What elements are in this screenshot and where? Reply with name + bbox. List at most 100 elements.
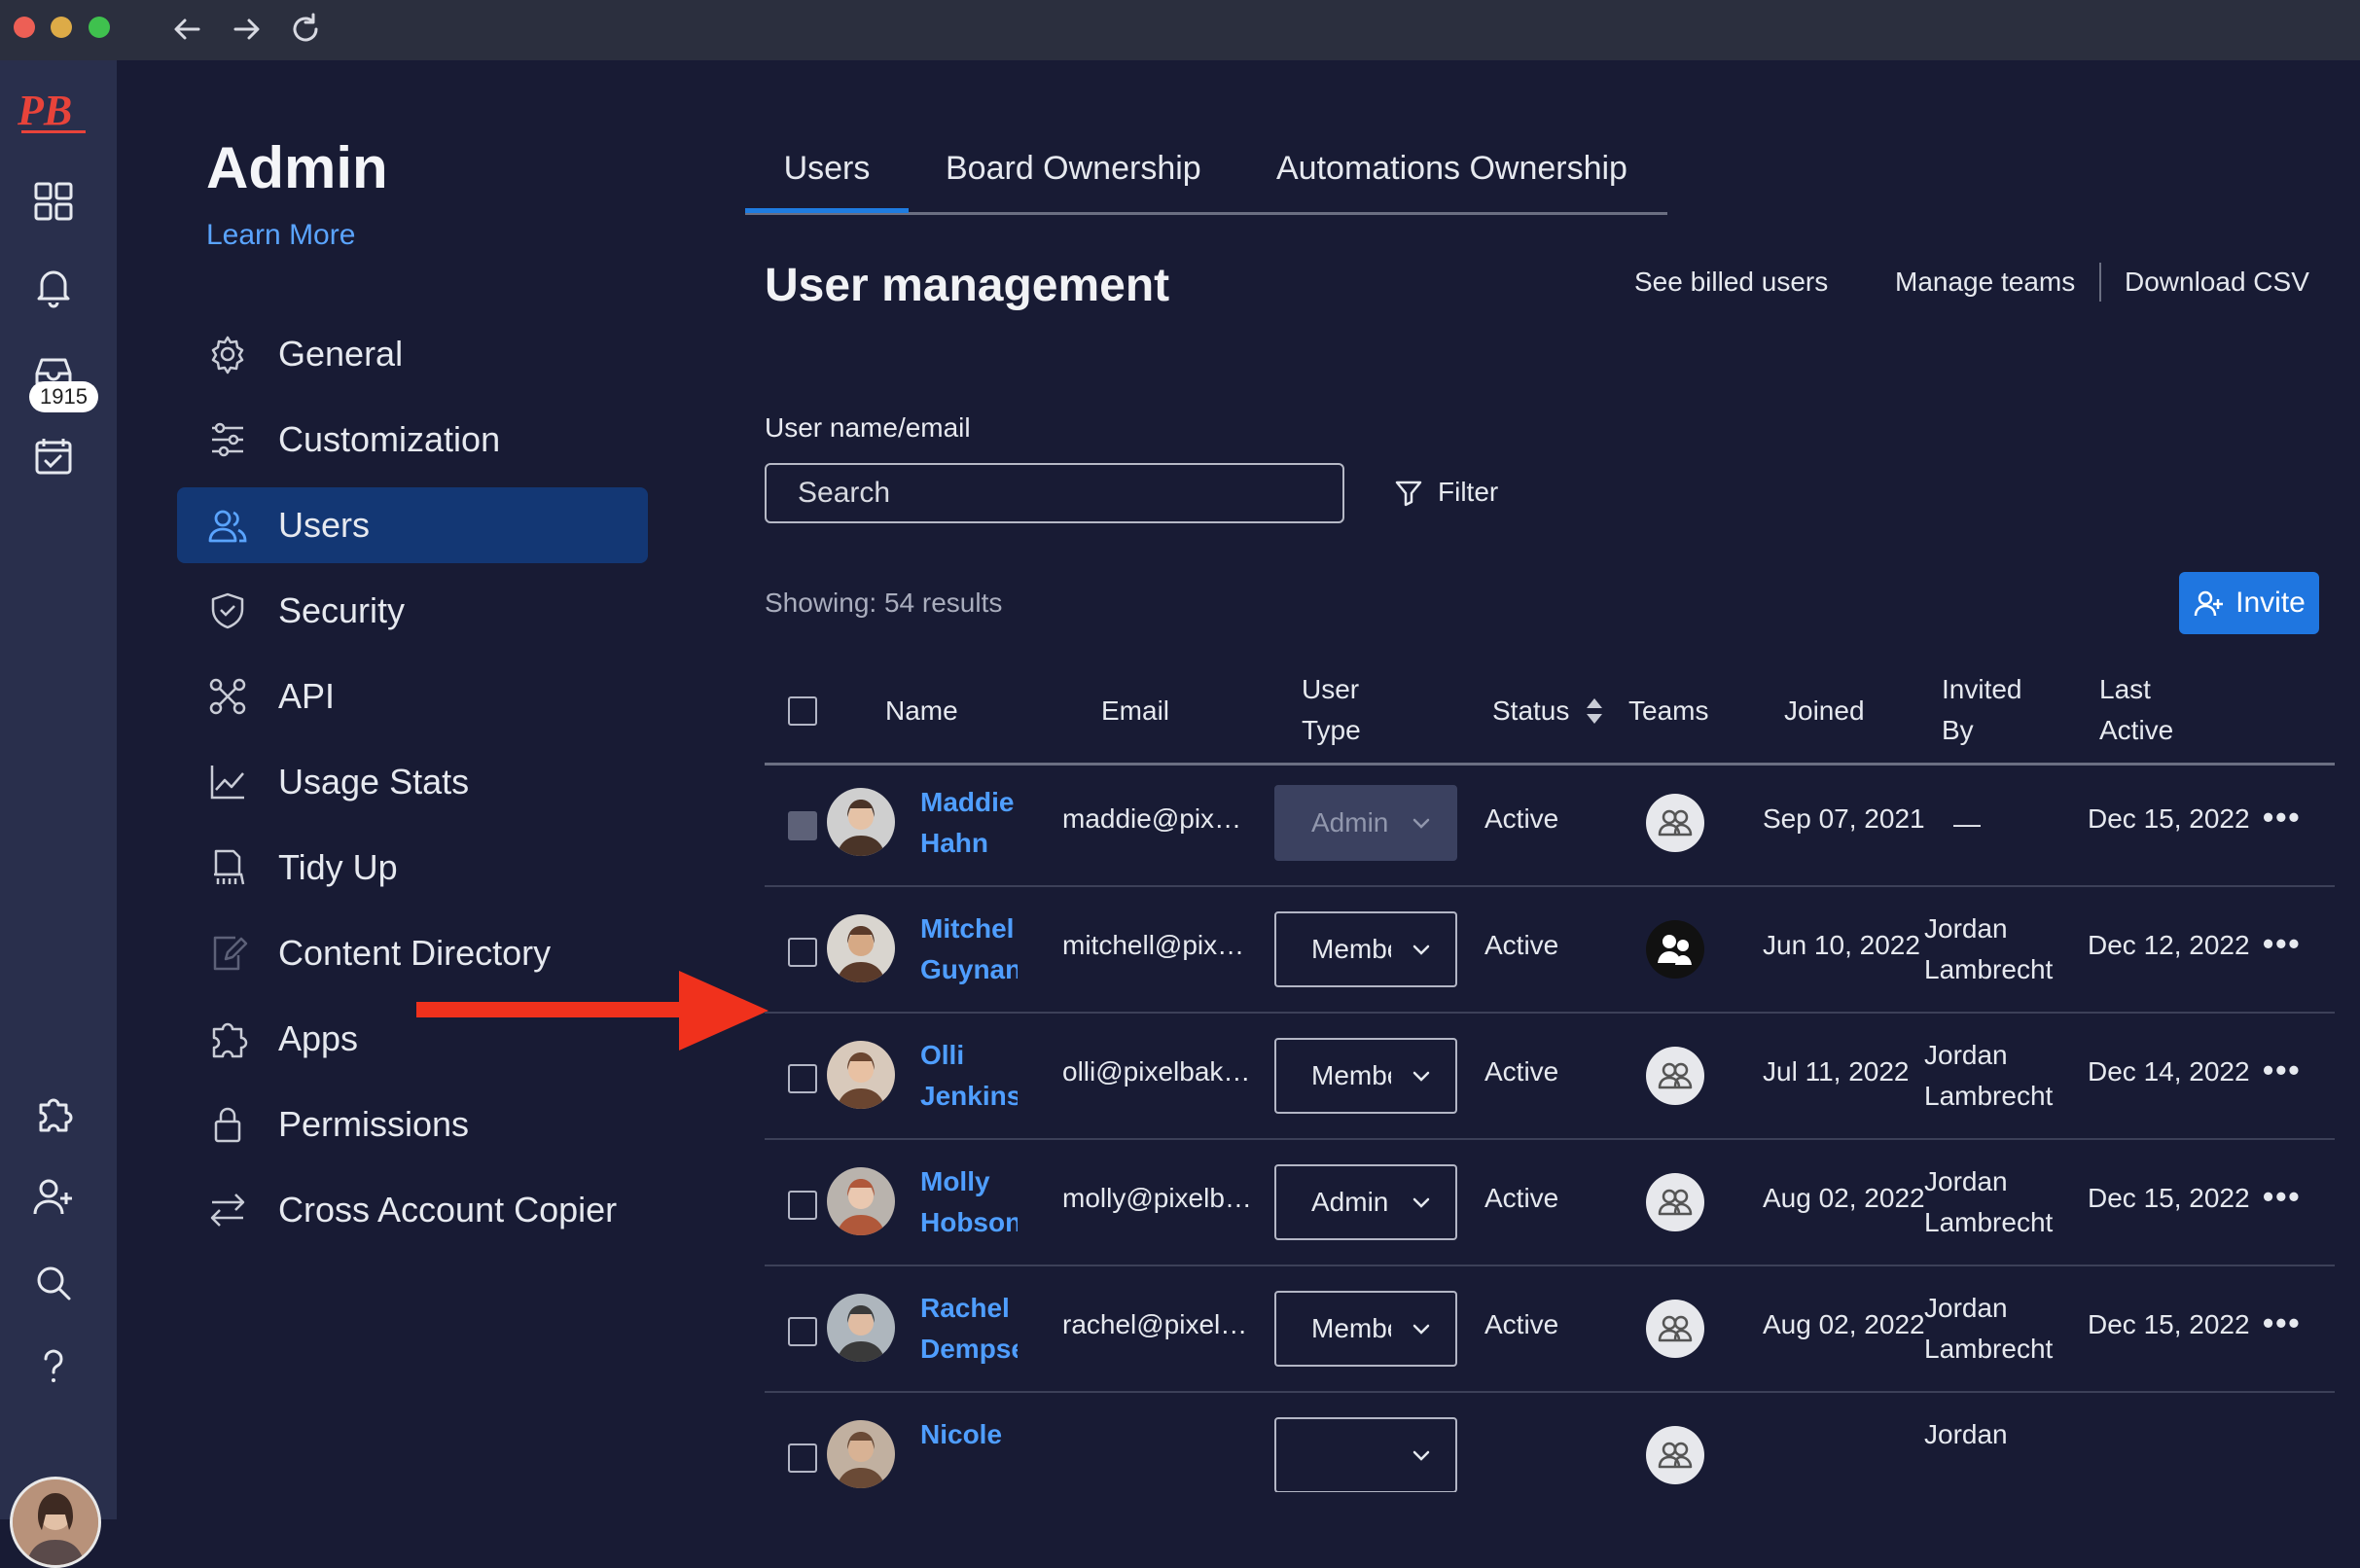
zoom-window-button[interactable] xyxy=(89,17,110,38)
user-name-link[interactable]: Olli Jenkins xyxy=(920,1035,1018,1117)
window-titlebar xyxy=(0,0,2360,60)
menu-item-usage-stats[interactable]: Usage Stats xyxy=(177,744,648,820)
sort-icon xyxy=(1587,698,1603,724)
chevron-down-icon xyxy=(1412,944,1430,955)
row-checkbox[interactable] xyxy=(788,1317,817,1346)
column-header-invited-by[interactable]: Invited By xyxy=(1942,669,2022,751)
select-all-checkbox[interactable] xyxy=(788,696,817,726)
chevron-down-icon xyxy=(1412,1324,1430,1335)
results-count: Showing: 54 results xyxy=(765,588,1003,618)
header-line: User xyxy=(1302,674,1360,704)
column-header-user-type[interactable]: User Type xyxy=(1302,669,1361,751)
tab-board-ownership[interactable]: Board Ownership xyxy=(946,150,1201,208)
close-window-button[interactable] xyxy=(14,17,35,38)
team-icon[interactable] xyxy=(1646,794,1704,852)
column-header-joined[interactable]: Joined xyxy=(1784,691,1865,731)
column-header-teams[interactable]: Teams xyxy=(1628,691,1708,731)
row-checkbox[interactable] xyxy=(788,938,817,967)
column-header-status[interactable]: Status xyxy=(1492,691,1606,731)
team-icon[interactable] xyxy=(1646,1173,1704,1231)
header-line: By xyxy=(1942,715,1974,745)
notifications-bell-icon[interactable] xyxy=(27,261,80,313)
column-header-name[interactable]: Name xyxy=(885,691,958,731)
team-icon[interactable] xyxy=(1646,1426,1704,1484)
header-line: Type xyxy=(1302,715,1361,745)
workspace-grid-icon[interactable] xyxy=(27,175,80,228)
row-checkbox[interactable] xyxy=(788,811,817,840)
row-more-options-icon[interactable]: ••• xyxy=(2263,926,2302,962)
user-name-link[interactable]: Molly Hobson xyxy=(920,1161,1018,1243)
search-input[interactable] xyxy=(765,463,1344,523)
status-text: Active xyxy=(1484,1309,1559,1339)
row-more-options-icon[interactable]: ••• xyxy=(2263,800,2302,836)
user-type-value: Member xyxy=(1311,1313,1391,1343)
invite-button[interactable]: Invite xyxy=(2179,572,2319,634)
row-more-options-icon[interactable]: ••• xyxy=(2263,1305,2302,1341)
avatar[interactable] xyxy=(827,1420,895,1488)
minimize-window-button[interactable] xyxy=(51,17,72,38)
row-checkbox[interactable] xyxy=(788,1191,817,1220)
avatar[interactable] xyxy=(827,914,895,982)
user-name-link[interactable]: Maddie Hahn xyxy=(920,782,1018,864)
menu-item-security[interactable]: Security xyxy=(177,573,648,649)
my-work-calendar-icon[interactable] xyxy=(27,430,80,482)
user-type-dropdown[interactable] xyxy=(1274,1417,1457,1492)
menu-item-customization[interactable]: Customization xyxy=(177,402,648,478)
help-question-icon[interactable] xyxy=(27,1340,80,1393)
status-text: Active xyxy=(1484,930,1559,960)
filter-button[interactable]: Filter xyxy=(1393,477,1498,508)
menu-item-label: Cross Account Copier xyxy=(278,1190,618,1229)
gear-icon xyxy=(206,333,249,375)
download-csv-link[interactable]: Download CSV xyxy=(2125,267,2309,298)
user-first-name: Mitchel xyxy=(920,913,1015,944)
menu-item-api[interactable]: API xyxy=(177,659,648,734)
reload-icon[interactable] xyxy=(286,10,325,49)
learn-more-link[interactable]: Learn More xyxy=(206,219,355,252)
joined-date: Aug 02, 2022 xyxy=(1763,1309,1925,1339)
menu-item-cross-account-copier[interactable]: Cross Account Copier xyxy=(177,1172,648,1248)
user-name-link[interactable]: Rachel Dempsey xyxy=(920,1288,1018,1370)
avatar[interactable] xyxy=(827,788,895,856)
tab-automations-ownership[interactable]: Automations Ownership xyxy=(1276,150,1627,208)
user-name-link[interactable]: Mitchel Guynan xyxy=(920,909,1018,990)
row-more-options-icon[interactable]: ••• xyxy=(2263,1179,2302,1215)
table-row: Nicole Jordan xyxy=(765,1393,2335,1492)
invite-members-icon[interactable] xyxy=(27,1171,80,1224)
column-header-last-active[interactable]: Last Active xyxy=(2099,669,2173,751)
menu-item-label: Content Directory xyxy=(278,933,552,973)
row-checkbox[interactable] xyxy=(788,1064,817,1093)
menu-item-label: Permissions xyxy=(278,1104,470,1144)
search-icon[interactable] xyxy=(27,1257,80,1309)
menu-item-general[interactable]: General xyxy=(177,316,648,392)
row-checkbox[interactable] xyxy=(788,1443,817,1473)
user-type-dropdown[interactable]: Admin xyxy=(1274,785,1457,861)
avatar[interactable] xyxy=(827,1167,895,1235)
column-header-email[interactable]: Email xyxy=(1101,691,1169,731)
avatar[interactable] xyxy=(827,1294,895,1362)
menu-item-users[interactable]: Users xyxy=(177,487,648,563)
team-icon[interactable] xyxy=(1646,1300,1704,1358)
user-type-dropdown[interactable]: Member xyxy=(1274,1291,1457,1367)
invited-by-line: Lambrecht xyxy=(1924,1081,2054,1111)
manage-teams-link[interactable]: Manage teams xyxy=(1895,267,2075,298)
user-type-dropdown[interactable]: Member xyxy=(1274,1038,1457,1114)
user-type-dropdown[interactable]: Member xyxy=(1274,911,1457,987)
menu-item-tidy-up[interactable]: Tidy Up xyxy=(177,830,648,906)
table-row: Rachel Dempsey rachel@pixelb… Member Act… xyxy=(765,1266,2335,1393)
row-more-options-icon[interactable]: ••• xyxy=(2263,1052,2302,1088)
team-icon[interactable] xyxy=(1646,1047,1704,1105)
brand-logo[interactable]: PB xyxy=(16,84,93,142)
user-email: mitchell@pixe… xyxy=(1062,930,1253,960)
avatar[interactable] xyxy=(827,1041,895,1109)
team-icon[interactable] xyxy=(1646,920,1704,979)
current-user-avatar[interactable] xyxy=(10,1477,101,1568)
apps-puzzle-icon[interactable] xyxy=(27,1087,80,1140)
back-icon[interactable] xyxy=(167,10,206,49)
forward-icon[interactable] xyxy=(228,10,267,49)
menu-item-permissions[interactable]: Permissions xyxy=(177,1087,648,1162)
tab-users[interactable]: Users xyxy=(745,150,909,213)
user-type-dropdown[interactable]: Admin xyxy=(1274,1164,1457,1240)
see-billed-users-link[interactable]: See billed users xyxy=(1634,267,1828,298)
user-name-link[interactable]: Nicole xyxy=(920,1414,1018,1455)
inbox-count-badge: 1915 xyxy=(29,381,98,412)
